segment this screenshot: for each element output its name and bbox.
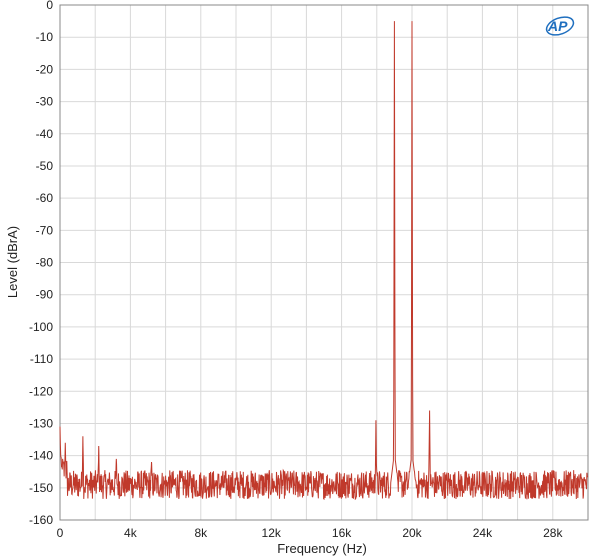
y-tick-label: -60 (36, 191, 54, 205)
x-tick-label: 20k (402, 526, 422, 540)
y-tick-label: -80 (36, 256, 54, 270)
x-tick-label: 24k (473, 526, 493, 540)
y-tick-label: 0 (46, 0, 53, 12)
y-tick-label: -120 (29, 384, 53, 398)
y-tick-label: -20 (36, 62, 54, 76)
y-tick-label: -90 (36, 288, 54, 302)
x-tick-label: 16k (332, 526, 352, 540)
y-tick-label: -150 (29, 481, 53, 495)
x-tick-label: 8k (194, 526, 208, 540)
x-tick-label: 12k (262, 526, 282, 540)
y-tick-label: -130 (29, 416, 53, 430)
y-tick-label: -140 (29, 449, 53, 463)
y-tick-label: -160 (29, 513, 53, 527)
y-tick-label: -40 (36, 127, 54, 141)
ap-logo: AP (545, 16, 575, 36)
ap-logo-text: AP (547, 18, 568, 34)
y-tick-label: -50 (36, 159, 54, 173)
y-axis-label: Level (dBrA) (5, 226, 20, 298)
y-tick-labels: 0 -10 -20 -30 -40 -50 -60 -70 -80 -90 -100 -110 -120… (29, 0, 53, 527)
y-tick-label: -30 (36, 95, 54, 109)
spectrum-chart: 0 -10 -20 -30 -40 -50 -60 -70 -80 -90 -100 -110 -120… (5, 0, 589, 556)
x-tick-labels: 0 4k 8k 12k 16k 20k 24k 28k (57, 526, 564, 540)
spectrum-trace (59, 21, 589, 501)
y-tick-label: -110 (30, 352, 53, 366)
y-tick-label: -100 (29, 320, 53, 334)
y-tick-label: -10 (36, 30, 54, 44)
x-axis-label: Frequency (Hz) (277, 541, 367, 556)
y-tick-label: -70 (36, 223, 54, 237)
grid-lines (60, 4, 588, 521)
x-tick-label: 0 (57, 526, 64, 540)
x-tick-label: 4k (124, 526, 138, 540)
x-tick-label: 28k (543, 526, 563, 540)
